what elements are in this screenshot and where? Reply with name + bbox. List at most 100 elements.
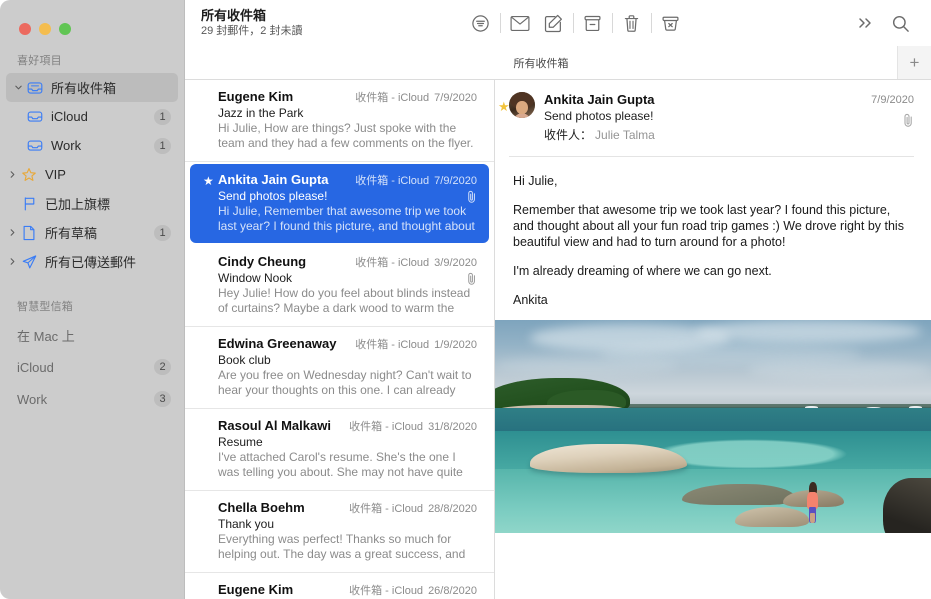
message-subject: Jazz in the Park <box>218 106 477 120</box>
flag-star-icon[interactable]: ★ <box>203 174 214 188</box>
message-date: 7/9/2020 <box>434 92 477 104</box>
message-list-item[interactable]: Cindy Cheung 收件箱 - iCloud 3/9/2020 Windo… <box>185 245 494 327</box>
message-list-item[interactable]: Chella Boehm 收件箱 - iCloud 28/8/2020 Than… <box>185 491 494 573</box>
unread-badge: 1 <box>154 109 171 125</box>
sidebar-section-smart-title: 智慧型信箱 <box>0 276 184 319</box>
message-list-item[interactable]: Eugene Kim 收件箱 - iCloud 7/9/2020 Jazz in… <box>185 80 494 162</box>
sidebar-item-all-inboxes[interactable]: 所有收件箱 <box>6 73 178 102</box>
flag-icon <box>19 196 39 212</box>
message-sender: Edwina Greenaway <box>218 336 337 351</box>
recipient-value[interactable]: Julie Talma <box>595 128 655 142</box>
junk-icon[interactable] <box>654 8 688 38</box>
tab-bar: 所有收件箱 + <box>185 46 931 80</box>
message-subject: Thank you <box>218 517 477 531</box>
message-sender: Cindy Cheung <box>218 254 306 269</box>
sidebar-item-label: Work <box>17 392 154 407</box>
search-icon[interactable] <box>883 8 917 38</box>
message-date: 31/8/2020 <box>428 421 477 433</box>
tab-label: 所有收件箱 <box>514 55 569 71</box>
avatar <box>509 92 535 118</box>
filter-icon[interactable] <box>464 8 498 38</box>
sidebar-item-flagged[interactable]: 已加上旗標 <box>0 189 184 218</box>
message-date: 7/9/2020 <box>434 175 477 187</box>
window-controls <box>0 0 184 40</box>
message-list-item[interactable]: Eugene Kim 收件箱 - iCloud 26/8/2020 Runnin… <box>185 573 494 599</box>
trash-icon[interactable] <box>615 8 649 38</box>
message-list-item[interactable]: Rasoul Al Malkawi 收件箱 - iCloud 31/8/2020… <box>185 409 494 491</box>
message-subject: Window Nook <box>218 271 460 285</box>
document-icon <box>19 225 39 241</box>
add-tab-button[interactable]: + <box>897 46 931 79</box>
archive-icon[interactable] <box>576 8 610 38</box>
unread-badge: 1 <box>154 225 171 241</box>
message-preview: Hi Julie, How are things? Just spoke wit… <box>218 121 477 151</box>
sidebar-item-smart-work[interactable]: Work 3 <box>0 383 184 415</box>
message-date: 28/8/2020 <box>428 503 477 515</box>
compose-icon[interactable] <box>537 8 571 38</box>
message-mailbox: 收件箱 - iCloud <box>349 500 423 516</box>
chevron-down-icon[interactable] <box>12 83 25 92</box>
more-chevrons-icon[interactable] <box>849 8 883 38</box>
panes: Eugene Kim 收件箱 - iCloud 7/9/2020 Jazz in… <box>185 80 931 599</box>
message-body-paragraph: I'm already dreaming of where we can go … <box>513 263 913 279</box>
toolbar-separator <box>651 13 652 33</box>
message-sender: Chella Boehm <box>218 500 305 515</box>
mail-window: 喜好項目 所有收件箱 iCloud 1 <box>0 0 931 599</box>
minimize-button[interactable] <box>39 23 51 35</box>
sidebar-item-smart-icloud[interactable]: iCloud 2 <box>0 351 184 383</box>
sidebar-item-vip[interactable]: VIP <box>0 160 184 189</box>
message-date: 7/9/2020 <box>871 92 914 108</box>
message-body-paragraph: Ankita <box>513 292 913 308</box>
sidebar-item-on-my-mac[interactable]: 在 Mac 上 <box>0 319 184 351</box>
sidebar-item-all-sent[interactable]: 所有已傳送郵件 <box>0 247 184 276</box>
message-list[interactable]: Eugene Kim 收件箱 - iCloud 7/9/2020 Jazz in… <box>185 80 495 599</box>
sidebar-item-label: VIP <box>45 167 184 182</box>
flag-star-icon[interactable]: ★ <box>498 100 510 113</box>
content-area: 所有收件箱 29 封郵件，2 封未讀 <box>185 0 931 599</box>
attachment-clip-icon <box>466 272 477 285</box>
message-preview: I've attached Carol's resume. She's the … <box>218 450 477 480</box>
message-sender: Eugene Kim <box>218 582 293 597</box>
message-mailbox: 收件箱 - iCloud <box>349 582 423 598</box>
message-list-item[interactable]: Edwina Greenaway 收件箱 - iCloud 1/9/2020 B… <box>185 327 494 409</box>
message-subject: Send photos please! <box>544 108 871 125</box>
recipient-label: 收件人： <box>544 128 592 142</box>
message-date: 1/9/2020 <box>434 339 477 351</box>
sidebar-item-label: 所有草稿 <box>45 223 154 242</box>
mark-unread-icon[interactable] <box>503 8 537 38</box>
chevron-right-icon[interactable] <box>6 170 19 179</box>
sidebar-item-label: 已加上旗標 <box>45 194 184 213</box>
message-mailbox: 收件箱 - iCloud <box>355 336 429 352</box>
sidebar-item-all-drafts[interactable]: 所有草稿 1 <box>0 218 184 247</box>
message-recipients: 收件人：Julie Talma <box>544 126 871 144</box>
attachment-photo[interactable] <box>495 320 931 533</box>
message-header: ★ Ankita Jain Gupta Send photos please! … <box>495 80 931 144</box>
sidebar-item-icloud[interactable]: iCloud 1 <box>0 102 184 131</box>
message-mailbox: 收件箱 - iCloud <box>349 418 423 434</box>
chevron-right-icon[interactable] <box>6 257 19 266</box>
close-button[interactable] <box>19 23 31 35</box>
message-sender: Eugene Kim <box>218 89 293 104</box>
unread-badge: 2 <box>154 359 171 375</box>
message-sender: Ankita Jain Gupta <box>544 91 871 108</box>
inbox-icon <box>25 110 45 123</box>
attachment-clip-icon[interactable] <box>902 113 914 127</box>
attachment-clip-icon <box>466 190 477 203</box>
sidebar-item-work[interactable]: Work 1 <box>0 131 184 160</box>
message-body: Hi Julie, Remember that awesome trip we … <box>495 157 931 308</box>
inbox-icon <box>25 139 45 152</box>
tab-all-inboxes[interactable]: 所有收件箱 <box>185 46 897 79</box>
message-preview: Hey Julie! How do you feel about blinds … <box>218 286 477 316</box>
sidebar-item-label: 所有已傳送郵件 <box>45 252 184 271</box>
zoom-button[interactable] <box>59 23 71 35</box>
message-body-paragraph: Remember that awesome trip we took last … <box>513 202 913 250</box>
message-sender: Ankita Jain Gupta <box>218 172 329 187</box>
message-subject: Resume <box>218 435 477 449</box>
chevron-right-icon[interactable] <box>6 228 19 237</box>
message-subject: Send photos please! <box>218 189 460 203</box>
person-in-photo <box>805 482 819 522</box>
message-preview: Are you free on Wednesday night? Can't w… <box>218 368 477 398</box>
message-list-item-selected[interactable]: ★ Ankita Jain Gupta 收件箱 - iCloud 7/9/202… <box>190 164 489 243</box>
sidebar-item-label: 所有收件箱 <box>51 78 178 97</box>
reading-pane: ★ Ankita Jain Gupta Send photos please! … <box>495 80 931 599</box>
